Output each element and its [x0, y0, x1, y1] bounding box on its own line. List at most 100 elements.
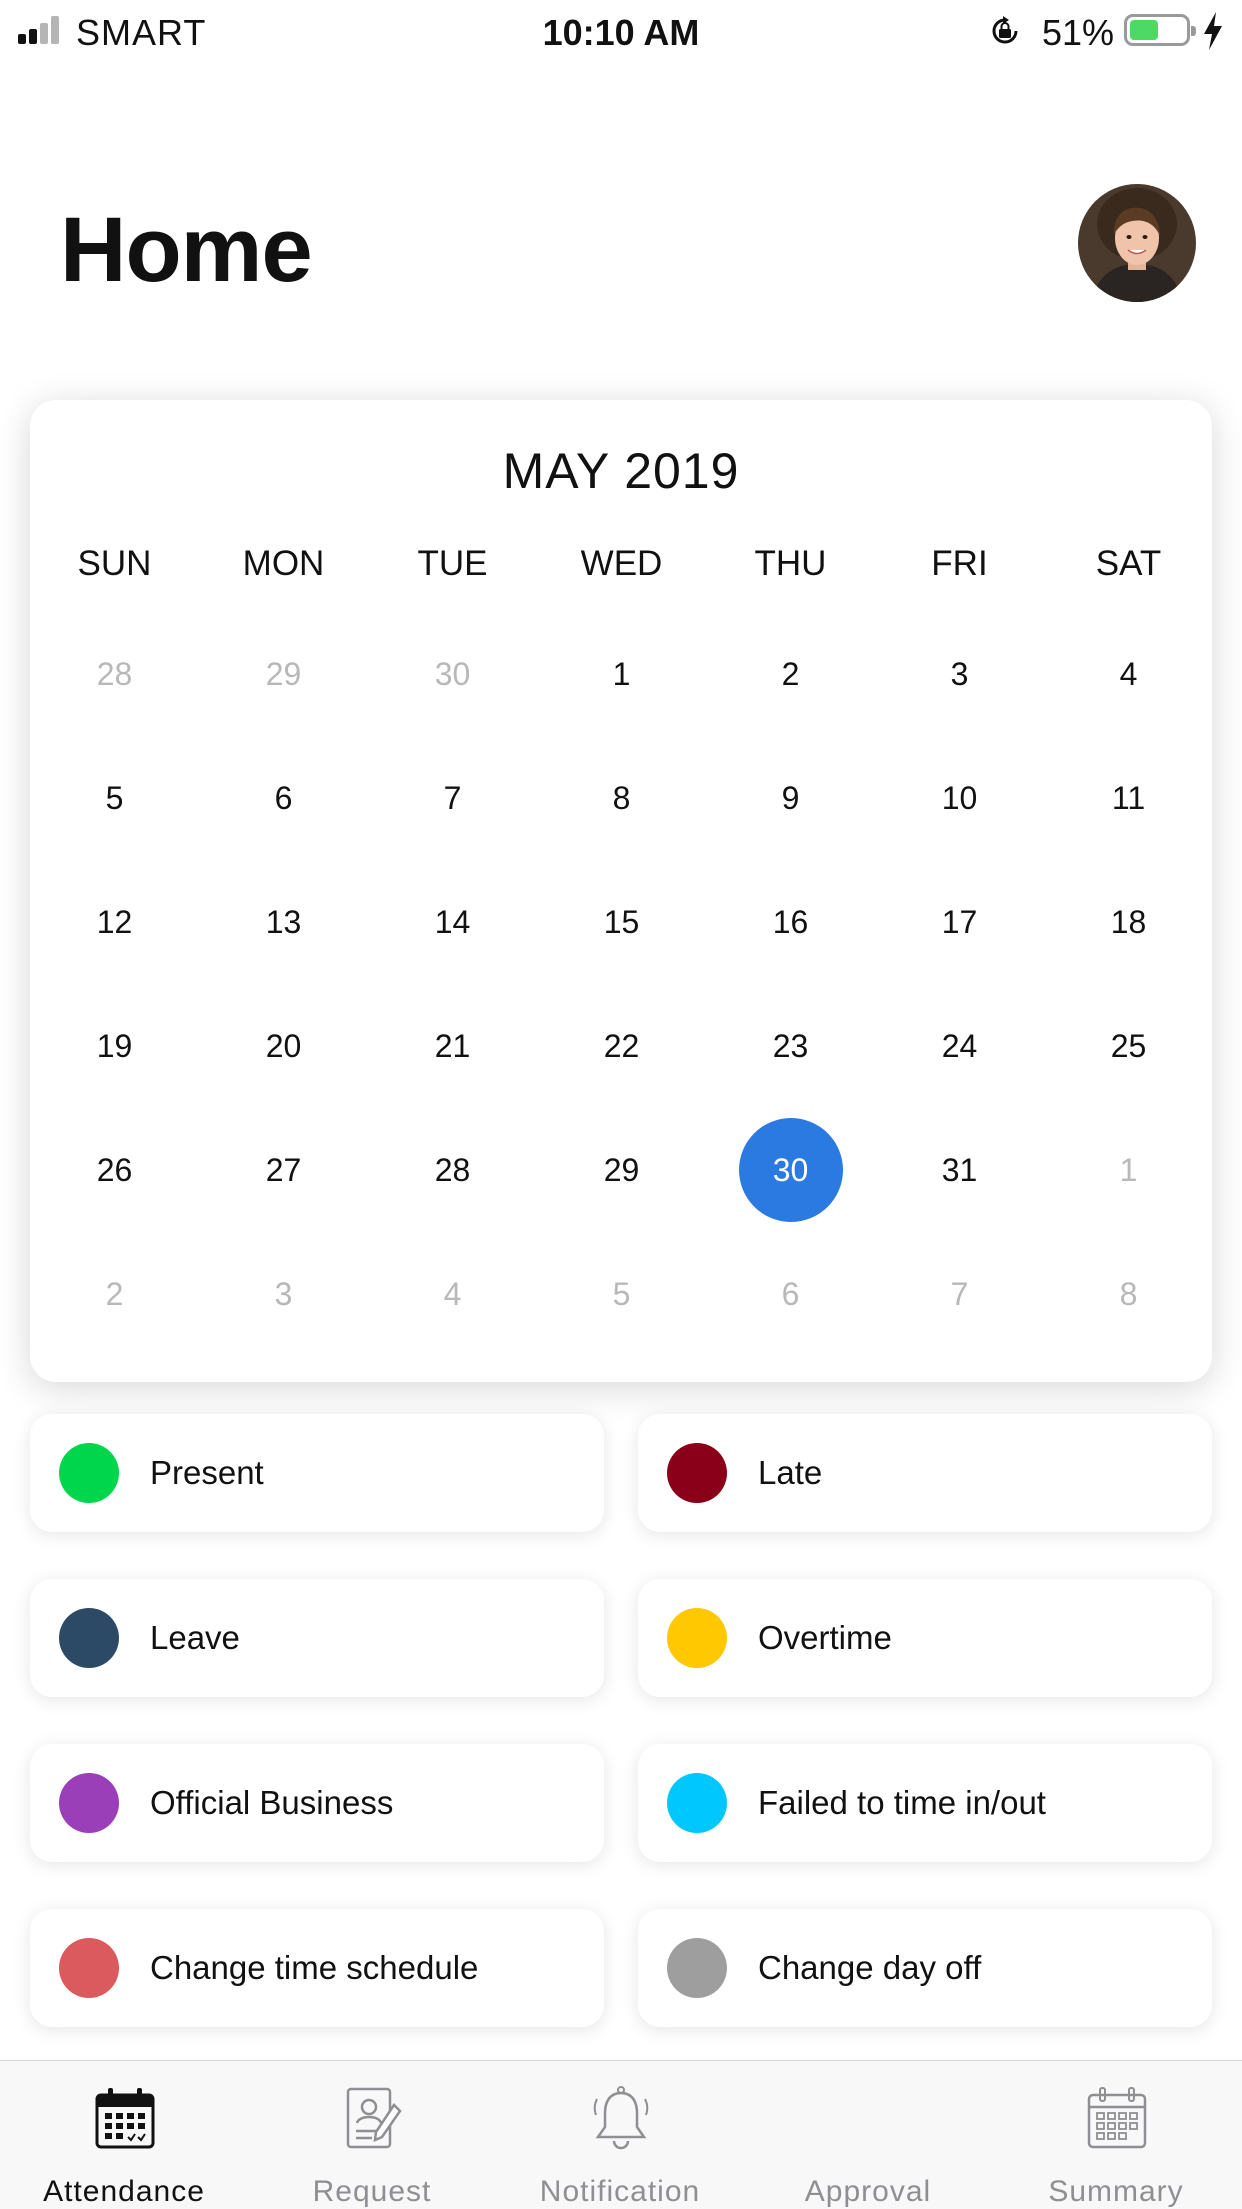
calendar-day[interactable]: 6	[706, 1232, 875, 1356]
calendar-day[interactable]: 23	[706, 984, 875, 1108]
calendar-day[interactable]: 16	[706, 860, 875, 984]
legend-color-dot	[59, 1938, 119, 1998]
calendar-day-number: 7	[443, 779, 462, 816]
calendar-day-number: 26	[96, 1151, 133, 1188]
calendar-day[interactable]: 7	[875, 1232, 1044, 1356]
calendar-day[interactable]: 7	[368, 736, 537, 860]
calendar-day[interactable]: 17	[875, 860, 1044, 984]
calendar-day[interactable]: 19	[30, 984, 199, 1108]
weekday-thu: THU	[754, 544, 827, 583]
tab-attendance[interactable]: Attendance	[0, 2061, 248, 2209]
calendar-day[interactable]: 25	[1044, 984, 1213, 1108]
legend-label: Change day off	[758, 1949, 982, 1986]
document-pen-icon	[346, 2087, 402, 2149]
calendar-day[interactable]: 18	[1044, 860, 1213, 984]
calendar-day[interactable]: 1	[537, 612, 706, 736]
legend-color-dot	[667, 1938, 727, 1998]
status-bar: SMART 10:10 AM 51%	[0, 0, 1242, 64]
calendar-day-number: 30	[434, 655, 471, 692]
tab-attendance-label: Attendance	[43, 2175, 205, 2208]
tab-approval[interactable]: Approval	[744, 2061, 992, 2209]
calendar-day-number: 30	[738, 1118, 843, 1222]
legend-item: Failed to time in/out	[638, 1744, 1212, 1862]
charging-bolt-icon	[1204, 12, 1222, 50]
calendar-day[interactable]: 11	[1044, 736, 1213, 860]
calendar-day[interactable]: 12	[30, 860, 199, 984]
weekday-sat: SAT	[1095, 544, 1162, 583]
legend-label: Late	[758, 1454, 823, 1491]
tab-request[interactable]: Request	[248, 2061, 496, 2209]
legend-item: Present	[30, 1414, 604, 1532]
calendar-day-selected[interactable]: 30	[706, 1108, 875, 1232]
calendar-day[interactable]: 13	[199, 860, 368, 984]
calendar-day[interactable]: 6	[199, 736, 368, 860]
calendar-day[interactable]: 21	[368, 984, 537, 1108]
calendar-day[interactable]: 28	[368, 1108, 537, 1232]
calendar-day[interactable]: 30	[368, 612, 537, 736]
calendar-day[interactable]: 29	[537, 1108, 706, 1232]
calendar-day-number: 27	[265, 1151, 302, 1188]
weekday-sun: SUN	[77, 544, 152, 583]
calendar-day[interactable]: 2	[30, 1232, 199, 1356]
tab-notification[interactable]: Notification	[496, 2061, 744, 2209]
calendar-day[interactable]: 26	[30, 1108, 199, 1232]
tab-notification-label: Notification	[539, 2175, 701, 2208]
calendar-day[interactable]: 4	[1044, 612, 1213, 736]
calendar-day-number: 6	[781, 1275, 800, 1312]
calendar-day[interactable]: 8	[537, 736, 706, 860]
calendar-day[interactable]: 3	[199, 1232, 368, 1356]
calendar-day-number: 7	[950, 1275, 969, 1312]
tab-summary[interactable]: Summary	[992, 2061, 1240, 2209]
legend-label: Present	[150, 1454, 264, 1491]
user-avatar-icon	[1078, 184, 1196, 302]
calendar-day-number: 29	[265, 655, 302, 692]
calendar-day[interactable]: 5	[30, 736, 199, 860]
calendar-month-title[interactable]: MAY 2019	[30, 442, 1212, 500]
legend-color-dot	[667, 1443, 727, 1503]
calendar-day-number: 16	[772, 903, 809, 940]
calendar-day[interactable]: 3	[875, 612, 1044, 736]
calendar-day[interactable]: 9	[706, 736, 875, 860]
calendar-day[interactable]: 14	[368, 860, 537, 984]
legend-label: Official Business	[150, 1784, 394, 1821]
legend-color-dot	[667, 1608, 727, 1668]
legend-label: Overtime	[758, 1619, 892, 1656]
calendar-day-number: 29	[603, 1151, 640, 1188]
calendar-day[interactable]: 8	[1044, 1232, 1213, 1356]
calendar-day-number: 11	[1111, 779, 1146, 816]
calendar-day-number: 21	[434, 1027, 471, 1064]
calendar-day[interactable]: 31	[875, 1108, 1044, 1232]
calendar-day-number: 12	[96, 903, 133, 940]
calendar-day[interactable]: 1	[1044, 1108, 1213, 1232]
calendar-day[interactable]: 15	[537, 860, 706, 984]
legend-item: Leave	[30, 1579, 604, 1697]
calendar-day-number: 1	[612, 655, 631, 692]
calendar-day-number: 4	[1119, 655, 1138, 692]
bell-icon	[593, 2086, 649, 2150]
calendar-day[interactable]: 20	[199, 984, 368, 1108]
avatar[interactable]	[1078, 184, 1196, 302]
legend-label: Failed to time in/out	[758, 1784, 1046, 1821]
calendar-day[interactable]: 27	[199, 1108, 368, 1232]
legend-color-dot	[59, 1773, 119, 1833]
calendar-day[interactable]: 5	[537, 1232, 706, 1356]
calendar-day-number: 1	[1119, 1151, 1138, 1188]
legend-item: Change time schedule	[30, 1909, 604, 2027]
calendar-day[interactable]: 22	[537, 984, 706, 1108]
calendar-day-number: 18	[1110, 903, 1147, 940]
calendar-day[interactable]: 4	[368, 1232, 537, 1356]
calendar-day-number: 4	[443, 1275, 462, 1312]
calendar-day-number: 23	[772, 1027, 809, 1064]
calendar-day-number: 19	[96, 1027, 133, 1064]
calendar-day[interactable]: 24	[875, 984, 1044, 1108]
calendar-day-number: 14	[434, 903, 471, 940]
calendar-day[interactable]: 28	[30, 612, 199, 736]
calendar-day[interactable]: 10	[875, 736, 1044, 860]
legend-item: Overtime	[638, 1579, 1212, 1697]
calendar-day[interactable]: 29	[199, 612, 368, 736]
legend-item: Change day off	[638, 1909, 1212, 2027]
calendar-day-number: 10	[941, 779, 978, 816]
calendar-day[interactable]: 2	[706, 612, 875, 736]
calendar-day-number: 5	[105, 779, 124, 816]
calendar-day-number: 28	[96, 655, 133, 692]
